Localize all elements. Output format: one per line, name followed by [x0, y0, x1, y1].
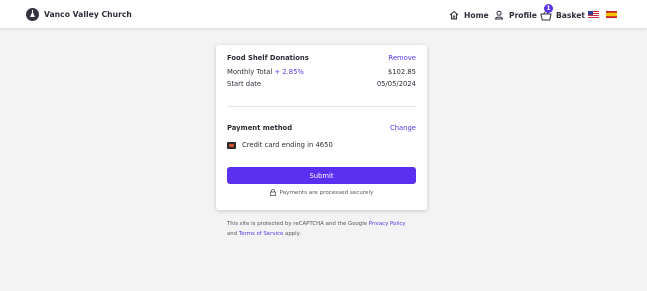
recaptcha-suffix: apply.: [285, 231, 301, 237]
church-name: Vanco Valley Church: [44, 10, 132, 19]
credit-card-icon: [227, 141, 236, 149]
submit-button[interactable]: Submit: [227, 167, 416, 184]
remove-link[interactable]: Remove: [388, 54, 416, 62]
top-navigation-bar: Vanco Valley Church Home Profile 1 Baske…: [0, 0, 647, 28]
es-flag-icon[interactable]: [606, 11, 617, 18]
nav-profile-label: Profile: [509, 10, 537, 20]
nav-home-label: Home: [464, 10, 489, 20]
fee-percentage: + 2.85%: [274, 68, 304, 76]
fund-name: Food Shelf Donations: [227, 54, 309, 62]
start-date-value: 05/05/2024: [376, 80, 416, 88]
recaptcha-notice: This site is protected by reCAPTCHA and …: [227, 219, 427, 239]
saved-card-row: Credit card ending in 4650: [227, 140, 416, 150]
nav-profile-link[interactable]: Profile: [494, 9, 537, 21]
nav-basket-link[interactable]: 1 Basket: [540, 4, 586, 21]
home-icon: [449, 10, 459, 20]
church-logo-icon: [26, 8, 39, 21]
frequency-label: Monthly Total: [227, 68, 273, 76]
donation-amount: $102.85: [387, 68, 416, 76]
change-payment-link[interactable]: Change: [390, 124, 416, 132]
section-divider: [227, 106, 416, 107]
card-description: Credit card ending in 4650: [242, 141, 333, 149]
privacy-policy-link[interactable]: Privacy Policy: [369, 221, 406, 227]
user-icon: [494, 10, 504, 20]
monthly-total-row: Monthly Total + 2.85% $102.85: [227, 67, 416, 77]
start-date-row: Start date 05/05/2024: [227, 79, 416, 89]
lock-icon: [269, 189, 276, 196]
secure-payment-note: Payments are processed securely: [227, 188, 416, 197]
monthly-total-label: Monthly Total + 2.85%: [227, 68, 304, 76]
nav-home-link[interactable]: Home: [449, 9, 489, 21]
donation-summary-card: Food Shelf Donations Remove Monthly Tota…: [216, 45, 427, 210]
fund-row: Food Shelf Donations Remove: [227, 53, 416, 63]
secure-note-text: Payments are processed securely: [279, 189, 374, 196]
brand-link[interactable]: Vanco Valley Church: [26, 8, 132, 21]
terms-of-service-link[interactable]: Terms of Service: [239, 231, 283, 237]
us-flag-icon[interactable]: [588, 11, 599, 18]
payment-method-heading: Payment method: [227, 124, 293, 132]
payment-method-row: Payment method Change: [227, 123, 416, 133]
start-date-label: Start date: [227, 80, 262, 88]
basket-count-badge: 1: [544, 4, 553, 13]
nav-basket-label: Basket: [556, 10, 586, 20]
recaptcha-prefix: This site is protected by reCAPTCHA and …: [227, 221, 368, 227]
basket-icon-wrap: 1: [540, 4, 554, 21]
recaptcha-and: and: [227, 231, 238, 237]
